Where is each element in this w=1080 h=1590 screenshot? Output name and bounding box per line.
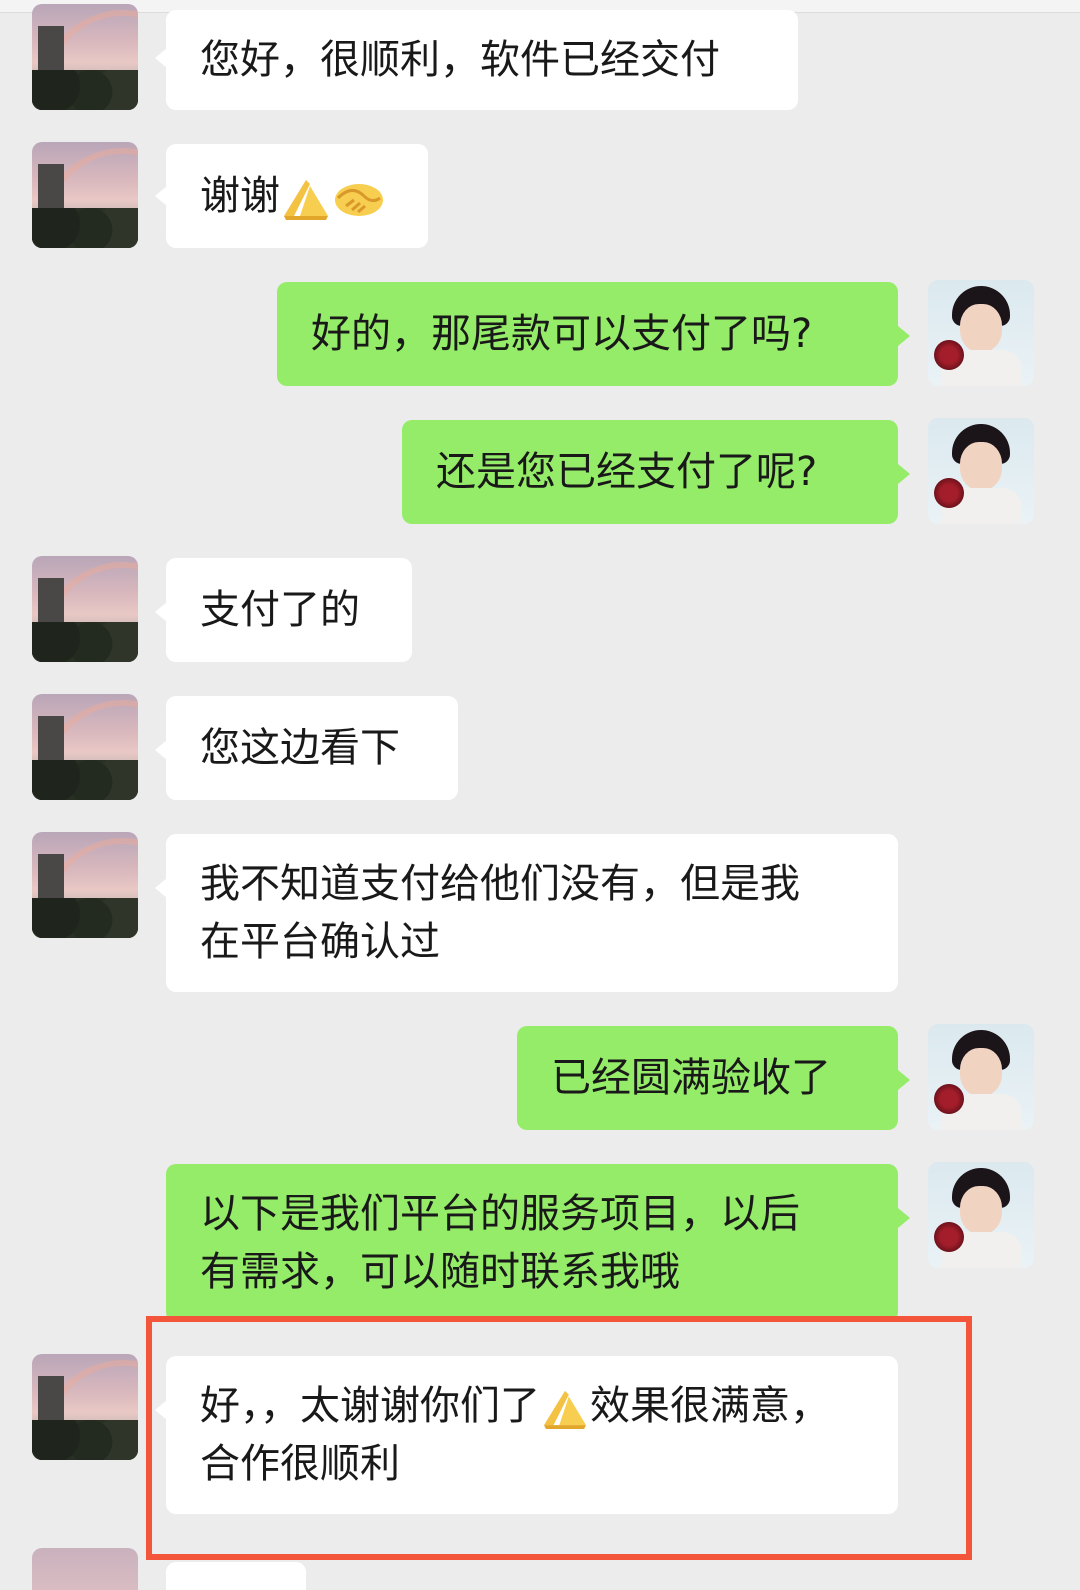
contact-avatar[interactable] xyxy=(32,556,138,662)
contact-avatar[interactable] xyxy=(32,4,138,110)
bubble-tail xyxy=(898,1070,910,1090)
contact-avatar[interactable] xyxy=(32,694,138,800)
user-avatar[interactable] xyxy=(928,1162,1034,1268)
message-bubble-incoming[interactable]: 您好，很顺利，软件已经交付 xyxy=(166,10,798,110)
message-text: 已经圆满验收了 xyxy=(551,1055,831,1101)
message-bubble-outgoing[interactable]: 好的，那尾款可以支付了吗? xyxy=(277,282,898,386)
contact-avatar[interactable] xyxy=(32,1354,138,1460)
user-avatar[interactable] xyxy=(928,418,1034,524)
message-text: 您这边看下 xyxy=(200,725,400,771)
message-text: 支付了的 xyxy=(200,587,360,633)
message-bubble-incoming[interactable]: 您这边看下 xyxy=(166,696,458,800)
message-text-line: 以下是我们平台的服务项目，以后 xyxy=(200,1191,800,1237)
highlight-box xyxy=(146,1316,972,1560)
bubble-tail xyxy=(898,1208,910,1228)
message-text: 您好，很顺利，软件已经交付 xyxy=(200,37,720,83)
handshake-icon xyxy=(332,176,386,220)
message-text: 还是您已经支付了呢? xyxy=(436,449,818,495)
message-bubble-incoming[interactable] xyxy=(166,1562,306,1590)
message-bubble-outgoing[interactable]: 还是您已经支付了呢? xyxy=(402,420,898,524)
contact-avatar[interactable] xyxy=(32,142,138,248)
message-text-line: 有需求，可以随时联系我哦 xyxy=(200,1249,680,1295)
message-text-line: 我不知道支付给他们没有，但是我 xyxy=(200,861,800,907)
bubble-tail xyxy=(898,464,910,484)
message-text: 好的，那尾款可以支付了吗? xyxy=(311,311,813,357)
message-bubble-incoming[interactable]: 我不知道支付给他们没有，但是我 在平台确认过 xyxy=(166,834,898,992)
user-avatar[interactable] xyxy=(928,1024,1034,1130)
contact-avatar[interactable] xyxy=(32,832,138,938)
message-bubble-incoming[interactable]: 支付了的 xyxy=(166,558,412,662)
bubble-tail xyxy=(898,326,910,346)
message-bubble-outgoing[interactable]: 已经圆满验收了 xyxy=(517,1026,898,1130)
message-bubble-outgoing[interactable]: 以下是我们平台的服务项目，以后 有需求，可以随时联系我哦 xyxy=(166,1164,898,1322)
message-text-line: 在平台确认过 xyxy=(200,919,440,965)
message-bubble-incoming[interactable]: 谢谢 xyxy=(166,144,428,248)
message-text: 谢谢 xyxy=(200,173,280,219)
folded-hands-icon xyxy=(280,176,332,220)
contact-avatar[interactable] xyxy=(32,1548,138,1590)
user-avatar[interactable] xyxy=(928,280,1034,386)
